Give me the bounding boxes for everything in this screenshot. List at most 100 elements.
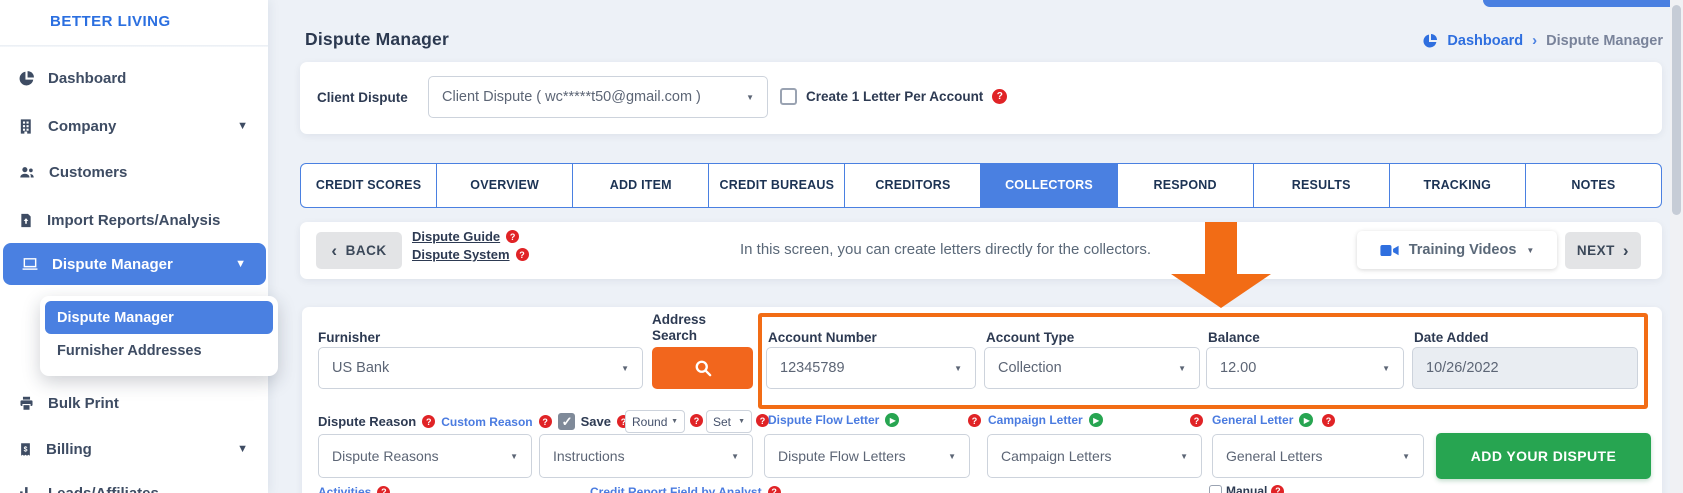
dispute-reasons-select[interactable]: Dispute Reasons ▼ xyxy=(318,434,532,478)
sidebar-item-customers[interactable]: Customers xyxy=(0,154,268,190)
instructions-select[interactable]: Instructions ▼ xyxy=(539,434,753,478)
letter-preview-icon[interactable] xyxy=(885,413,900,427)
dispute-system-link[interactable]: Dispute System xyxy=(412,247,529,262)
round-select[interactable]: Round ▼ xyxy=(625,410,685,433)
dispute-guide-label: Dispute Guide xyxy=(412,229,501,244)
tab-notes[interactable]: NOTES xyxy=(1524,164,1661,207)
dispute-flow-letters-value: Dispute Flow Letters xyxy=(778,448,906,464)
instructions-value: Instructions xyxy=(553,448,625,464)
sidebar-item-billing[interactable]: $ Billing ▼ xyxy=(0,431,268,467)
credit-report-field-link[interactable]: Credit Report Field by Analyst xyxy=(590,485,762,493)
sidebar-item-label: Leads/Affiliates xyxy=(48,484,159,493)
add-your-dispute-button[interactable]: ADD YOUR DISPUTE xyxy=(1436,433,1651,479)
screen-info-text: In this screen, you can create letters d… xyxy=(740,241,1152,258)
chevron-left-icon: ‹ xyxy=(331,240,338,260)
sidebar-item-label: Billing xyxy=(46,440,92,458)
page-title: Dispute Manager xyxy=(305,29,449,49)
tab-creditors[interactable]: CREDITORS xyxy=(844,164,980,207)
chevron-down-icon: ▼ xyxy=(235,258,246,270)
help-icon[interactable] xyxy=(968,414,981,427)
save-checkbox[interactable] xyxy=(557,413,575,430)
tab-respond[interactable]: RESPOND xyxy=(1116,164,1253,207)
tab-add-item[interactable]: ADD ITEM xyxy=(572,164,708,207)
dispute-flow-letter-label: Dispute Flow Letter xyxy=(768,413,880,427)
dispute-manager-submenu: Dispute Manager Furnisher Addresses xyxy=(40,296,278,376)
sidebar-item-dashboard[interactable]: Dashboard xyxy=(0,60,268,96)
help-icon[interactable] xyxy=(1190,414,1203,427)
help-icon[interactable] xyxy=(767,485,781,493)
next-button[interactable]: NEXT › xyxy=(1565,232,1641,269)
dispute-fields-card: Furnisher US Bank ▼ Address Search Accou… xyxy=(302,307,1662,493)
submenu-item-dispute-manager[interactable]: Dispute Manager xyxy=(45,301,273,334)
training-videos-label: Training Videos xyxy=(1408,242,1517,258)
custom-reason-link[interactable]: Custom Reason xyxy=(441,415,532,429)
dispute-flow-letters-select[interactable]: Dispute Flow Letters ▼ xyxy=(764,434,970,478)
chevron-down-icon: ▼ xyxy=(1526,245,1535,255)
sidebar-item-bulk-print[interactable]: Bulk Print xyxy=(0,385,268,421)
chevron-down-icon: ▼ xyxy=(671,418,678,425)
training-videos-dropdown[interactable]: Training Videos ▼ xyxy=(1357,231,1557,269)
svg-text:$: $ xyxy=(24,446,28,453)
submenu-item-furnisher-addresses[interactable]: Furnisher Addresses xyxy=(45,334,273,367)
tab-overview[interactable]: OVERVIEW xyxy=(436,164,572,207)
sidebar-item-label: Customers xyxy=(49,163,128,181)
dispute-reason-label: Dispute Reason xyxy=(318,414,417,429)
letter-preview-icon[interactable] xyxy=(1299,413,1314,427)
chevron-down-icon: ▼ xyxy=(738,418,745,425)
help-icon[interactable] xyxy=(515,248,529,261)
help-icon[interactable] xyxy=(992,89,1008,104)
brand-logo[interactable]: BETTER LIVING xyxy=(50,13,171,30)
help-icon[interactable] xyxy=(538,415,552,428)
tab-collectors[interactable]: COLLECTORS xyxy=(980,164,1117,207)
help-icon[interactable] xyxy=(1271,484,1285,493)
sidebar-item-dispute-manager[interactable]: Dispute Manager ▼ xyxy=(3,243,266,285)
set-select[interactable]: Set ▼ xyxy=(706,410,752,433)
tab-credit-scores[interactable]: CREDIT SCORES xyxy=(301,164,436,207)
chevron-right-icon: › xyxy=(1532,32,1538,49)
sidebar-item-leads-affiliates[interactable]: Leads/Affiliates xyxy=(0,475,268,493)
breadcrumb-dashboard-link[interactable]: Dashboard xyxy=(1447,33,1523,49)
tab-credit-bureaus[interactable]: CREDIT BUREAUS xyxy=(708,164,844,207)
one-letter-per-account-checkbox[interactable] xyxy=(780,88,797,105)
furnisher-value: US Bank xyxy=(332,360,390,376)
furnisher-select[interactable]: US Bank ▼ xyxy=(318,347,643,389)
help-icon[interactable] xyxy=(690,414,703,427)
annotation-highlight-box xyxy=(758,313,1648,409)
sidebar: BETTER LIVING Dashboard Company ▼ Custom… xyxy=(0,0,278,493)
printer-icon xyxy=(20,396,33,411)
back-button[interactable]: ‹ BACK xyxy=(316,232,402,269)
tab-tracking[interactable]: TRACKING xyxy=(1388,164,1525,207)
campaign-letters-select[interactable]: Campaign Letters ▼ xyxy=(987,434,1202,478)
chevron-down-icon: ▼ xyxy=(746,92,754,102)
help-icon[interactable] xyxy=(377,485,391,493)
building-icon xyxy=(20,118,31,134)
tab-results[interactable]: RESULTS xyxy=(1252,164,1389,207)
sidebar-item-import-reports[interactable]: Import Reports/Analysis xyxy=(0,202,268,238)
address-search-button[interactable] xyxy=(652,347,753,389)
general-letter-label: General Letter xyxy=(1212,413,1294,427)
chart-icon xyxy=(20,486,28,493)
client-dispute-card: Client Dispute Client Dispute ( wc*****t… xyxy=(300,62,1662,134)
chevron-down-icon: ▼ xyxy=(237,443,248,455)
sidebar-item-company[interactable]: Company ▼ xyxy=(0,108,268,144)
guide-links: Dispute Guide Dispute System xyxy=(412,229,529,262)
scrollbar[interactable] xyxy=(1670,0,1683,493)
help-icon[interactable] xyxy=(1322,414,1335,427)
pie-chart-icon xyxy=(19,70,34,85)
dispute-guide-link[interactable]: Dispute Guide xyxy=(412,229,529,244)
help-icon[interactable] xyxy=(506,230,520,243)
general-letters-select[interactable]: General Letters ▼ xyxy=(1212,434,1424,478)
invoice-icon: $ xyxy=(21,442,30,456)
manual-checkbox[interactable] xyxy=(1209,484,1222,493)
activities-link[interactable]: Activities xyxy=(318,485,371,493)
chevron-down-icon: ▼ xyxy=(510,451,518,461)
client-dispute-select[interactable]: Client Dispute ( wc*****t50@gmail.com ) … xyxy=(428,76,768,118)
round-value: Round xyxy=(632,414,668,429)
sidebar-item-label: Import Reports/Analysis xyxy=(47,211,221,229)
scrollbar-thumb[interactable] xyxy=(1672,5,1681,215)
letter-preview-icon[interactable] xyxy=(1088,413,1103,427)
help-icon[interactable] xyxy=(422,415,436,428)
campaign-letter-label: Campaign Letter xyxy=(988,413,1083,427)
search-icon xyxy=(695,360,711,377)
one-letter-per-account-label: Create 1 Letter Per Account xyxy=(806,89,984,104)
